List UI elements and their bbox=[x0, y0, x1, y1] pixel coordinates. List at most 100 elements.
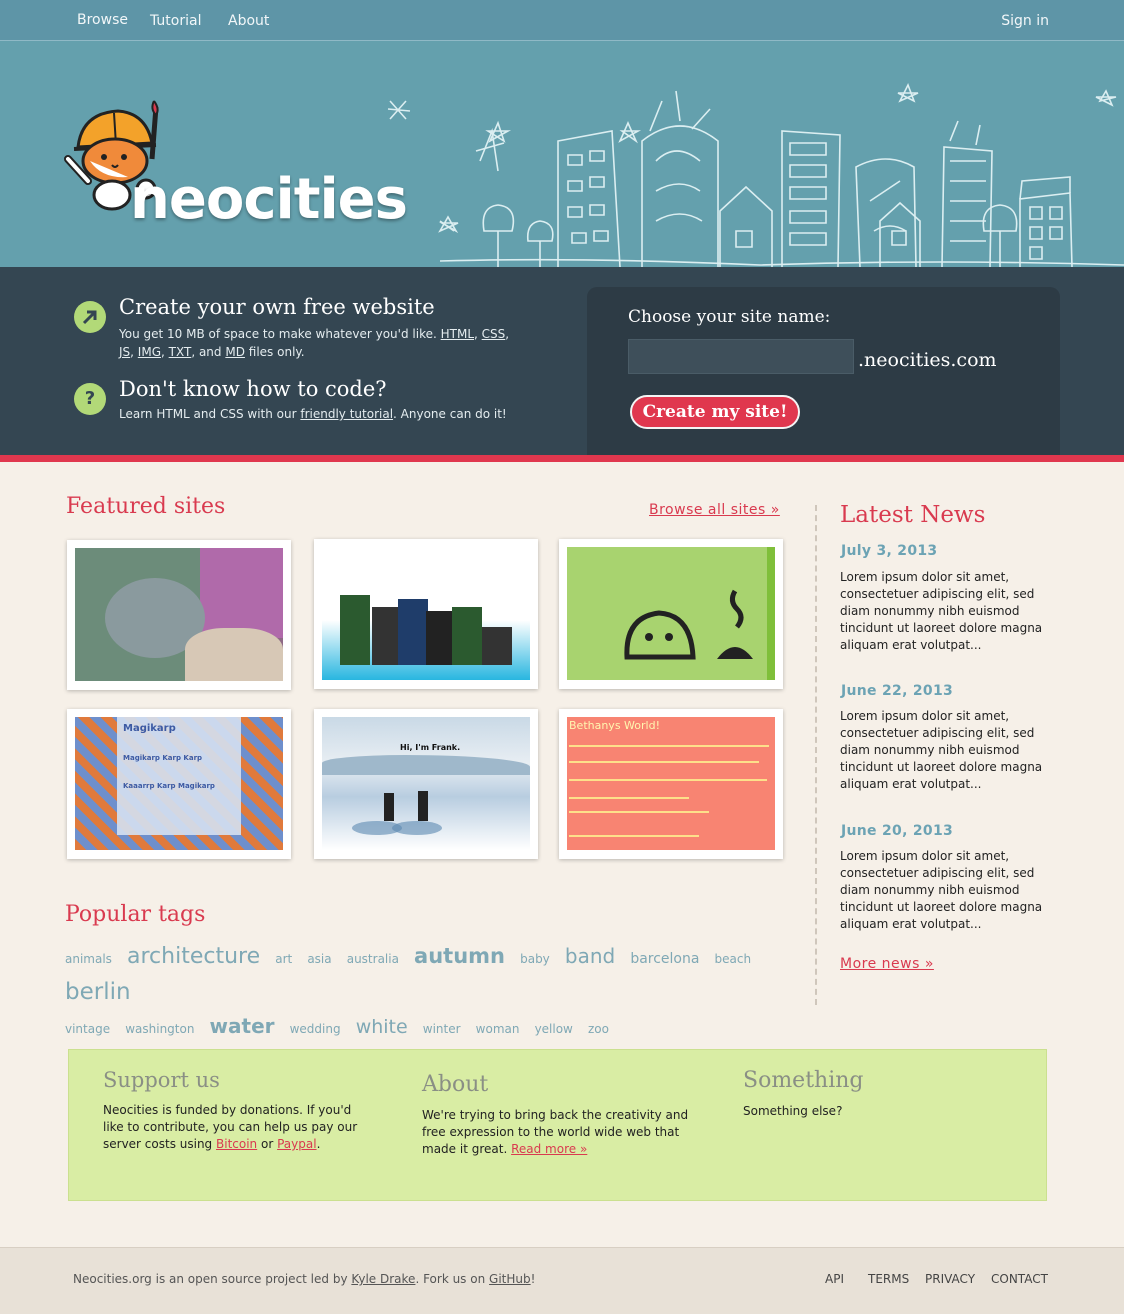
tag-beach[interactable]: beach bbox=[715, 952, 752, 966]
tag-berlin[interactable]: berlin bbox=[65, 979, 131, 1005]
footer-text-a: Neocities.org is an open source project … bbox=[73, 1272, 348, 1286]
tag-architecture[interactable]: architecture bbox=[127, 944, 260, 969]
tag-water[interactable]: water bbox=[210, 1014, 275, 1038]
arrow-up-right-icon bbox=[74, 301, 106, 333]
about-title: About bbox=[422, 1072, 489, 1097]
nav-about-link[interactable]: About bbox=[228, 13, 269, 29]
friendly-tutorial-link[interactable]: friendly tutorial bbox=[300, 407, 393, 421]
logo[interactable]: neocities bbox=[60, 99, 408, 239]
footer-api-link[interactable]: API bbox=[825, 1272, 844, 1286]
cta-text-learn-a: Learn HTML and CSS with our bbox=[119, 407, 297, 421]
tag-yellow[interactable]: yellow bbox=[535, 1022, 573, 1036]
tag-wedding[interactable]: wedding bbox=[290, 1022, 341, 1036]
something-column: Something Something else? bbox=[743, 1068, 983, 1120]
cta-md-label: MD bbox=[225, 345, 245, 359]
paypal-link[interactable]: Paypal bbox=[277, 1137, 316, 1151]
featured-site-thumbnail[interactable]: Bethanys World! bbox=[559, 709, 783, 859]
cta-css-label: CSS bbox=[481, 327, 506, 341]
featured-site-thumbnail[interactable]: Magikarp Magikarp Karp Karp Kaaarrp Karp… bbox=[67, 709, 291, 859]
footer-credit: Neocities.org is an open source project … bbox=[73, 1272, 535, 1286]
sign-in-link[interactable]: Sign in bbox=[1001, 13, 1049, 29]
nav-browse-link[interactable]: Browse bbox=[77, 12, 128, 28]
tag-australia[interactable]: australia bbox=[347, 952, 399, 966]
cta-img-label: IMG bbox=[137, 345, 161, 359]
bitcoin-link[interactable]: Bitcoin bbox=[216, 1137, 257, 1151]
latest-news-title: Latest News bbox=[840, 502, 986, 528]
tag-woman[interactable]: woman bbox=[476, 1022, 520, 1036]
footer-text-b: . Fork us on bbox=[415, 1272, 486, 1286]
more-news-link[interactable]: More news » bbox=[840, 956, 934, 972]
tag-white[interactable]: white bbox=[356, 1016, 408, 1038]
tag-vintage[interactable]: vintage bbox=[65, 1022, 110, 1036]
news-excerpt: Lorem ipsum dolor sit amet, consectetuer… bbox=[840, 849, 1043, 931]
snow-heading: Hi, I'm Frank. bbox=[400, 743, 461, 752]
tag-winter[interactable]: winter bbox=[423, 1022, 461, 1036]
cta-title-create: Create your own free website bbox=[119, 295, 435, 319]
support-end-text: . bbox=[316, 1137, 321, 1151]
featured-site-thumbnail[interactable] bbox=[559, 539, 783, 689]
column-divider bbox=[815, 505, 817, 1005]
tag-art[interactable]: art bbox=[275, 952, 292, 966]
tag-cloud: animals architecture art asia australia … bbox=[65, 940, 780, 1046]
about-column: About We're trying to bring back the cre… bbox=[422, 1072, 692, 1158]
question-mark-icon: ? bbox=[74, 383, 106, 415]
popular-tags-title: Popular tags bbox=[65, 902, 206, 927]
tag-autumn[interactable]: autumn bbox=[414, 944, 505, 968]
news-date[interactable]: June 20, 2013 bbox=[841, 823, 953, 839]
tag-baby[interactable]: baby bbox=[520, 952, 550, 966]
footer-privacy-link[interactable]: PRIVACY bbox=[925, 1272, 975, 1286]
support-text: Neocities is funded by donations. If you… bbox=[103, 1102, 363, 1153]
tag-asia[interactable]: asia bbox=[307, 952, 331, 966]
footer-text-c: ! bbox=[530, 1272, 536, 1286]
cta-js-label: JS bbox=[119, 345, 131, 359]
read-more-link[interactable]: Read more » bbox=[511, 1142, 587, 1156]
news-date[interactable]: July 3, 2013 bbox=[841, 543, 937, 559]
featured-site-thumbnail[interactable]: Hi, I'm Frank. bbox=[314, 709, 538, 859]
github-link[interactable]: GitHub bbox=[489, 1272, 531, 1286]
snow-figures-screenshot: Hi, I'm Frank. bbox=[322, 717, 530, 850]
cat-photo-screenshot bbox=[75, 548, 283, 681]
featured-site-thumbnail[interactable] bbox=[67, 540, 291, 690]
footer-contact-link[interactable]: CONTACT bbox=[991, 1272, 1048, 1286]
magikarp-subheading-1: Magikarp Karp Karp bbox=[123, 754, 203, 762]
browse-all-sites-link[interactable]: Browse all sites » bbox=[649, 502, 780, 518]
bethany-heading: Bethanys World! bbox=[569, 719, 660, 732]
xkcd-table-titans-screenshot bbox=[322, 547, 530, 680]
tag-barcelona[interactable]: barcelona bbox=[630, 951, 699, 967]
tag-animals[interactable]: animals bbox=[65, 952, 112, 966]
accent-divider bbox=[0, 455, 1124, 462]
top-nav: Browse Tutorial About Sign in bbox=[0, 0, 1124, 41]
featured-sites-title: Featured sites bbox=[66, 494, 226, 519]
cta-text-create-a: You get 10 MB of space to make whatever … bbox=[119, 327, 437, 341]
support-or-text: or bbox=[261, 1137, 274, 1151]
site-name-input[interactable] bbox=[628, 339, 854, 374]
create-site-button[interactable]: Create my site! bbox=[630, 395, 800, 429]
cta-title-learn: Don't know how to code? bbox=[119, 377, 387, 401]
footer-terms-link[interactable]: TERMS bbox=[868, 1272, 909, 1286]
hero-banner: neocities bbox=[0, 41, 1124, 267]
info-box: Support us Neocities is funded by donati… bbox=[68, 1049, 1047, 1201]
author-link[interactable]: Kyle Drake bbox=[351, 1272, 415, 1286]
cta-txt-label: TXT bbox=[168, 345, 192, 359]
about-text: We're trying to bring back the creativit… bbox=[422, 1107, 692, 1158]
nav-tutorial-link[interactable]: Tutorial bbox=[150, 13, 201, 29]
support-title: Support us bbox=[103, 1068, 220, 1092]
something-text: Something else? bbox=[743, 1104, 843, 1118]
cta-learn-code: ? Don't know how to code? Learn HTML and… bbox=[74, 377, 534, 437]
cta-and-text: and bbox=[198, 345, 222, 359]
domain-suffix: .neocities.com bbox=[858, 349, 997, 371]
site-name-label: Choose your site name: bbox=[628, 307, 831, 327]
tag-zoo[interactable]: zoo bbox=[588, 1022, 609, 1036]
bethanys-world-screenshot: Bethanys World! bbox=[567, 717, 775, 850]
signup-panel: Choose your site name: .neocities.com Cr… bbox=[587, 287, 1060, 457]
news-excerpt: Lorem ipsum dolor sit amet, consectetuer… bbox=[840, 709, 1043, 791]
footer: Neocities.org is an open source project … bbox=[0, 1247, 1124, 1314]
news-date[interactable]: June 22, 2013 bbox=[841, 683, 953, 699]
cta-create-website: Create your own free website You get 10 … bbox=[74, 295, 534, 365]
tag-band[interactable]: band bbox=[565, 944, 615, 968]
magikarp-screenshot: Magikarp Magikarp Karp Karp Kaaarrp Karp… bbox=[75, 717, 283, 850]
green-pixel-chick-screenshot bbox=[567, 547, 775, 680]
tag-washington[interactable]: washington bbox=[125, 1022, 194, 1036]
featured-site-thumbnail[interactable] bbox=[314, 539, 538, 689]
city-doodle-illustration bbox=[387, 83, 1124, 267]
